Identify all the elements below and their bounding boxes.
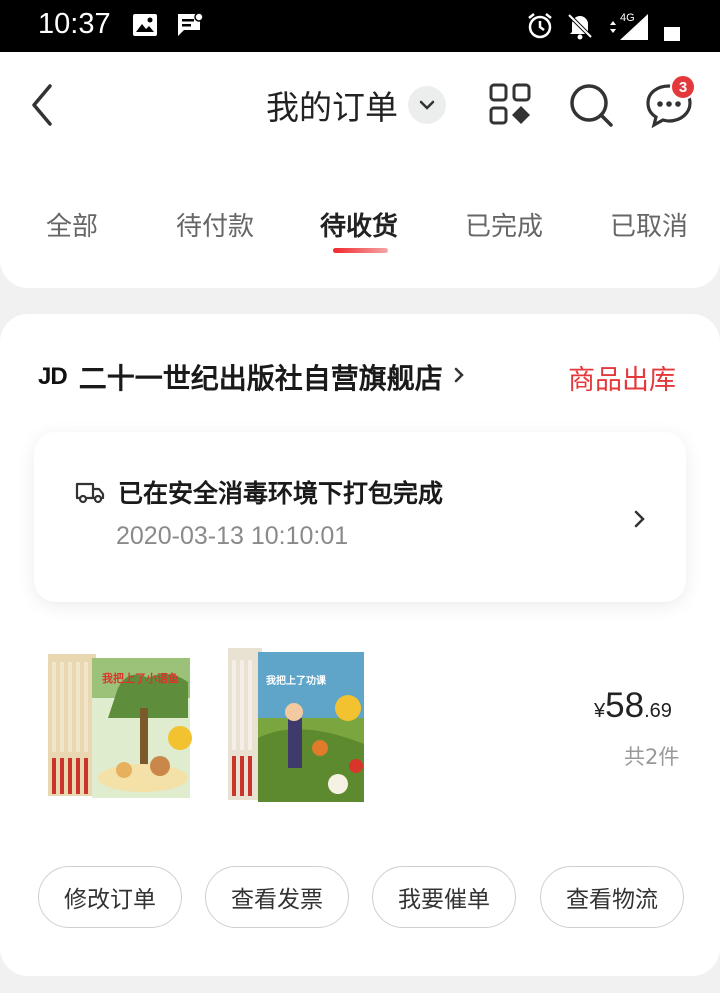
status-time: 10:37 bbox=[38, 8, 111, 40]
logistics-time: 2020-03-13 10:10:01 bbox=[116, 522, 349, 550]
battery-icon bbox=[664, 26, 680, 45]
price-decimal: .69 bbox=[644, 700, 672, 722]
network-type: 4G bbox=[620, 12, 635, 24]
tab-cancelled[interactable]: 已取消 bbox=[610, 206, 688, 243]
logistics-message: 已在安全消毒环境下打包完成 bbox=[118, 479, 444, 508]
shop-name: 二十一世纪出版社自营旗舰店 bbox=[78, 362, 443, 395]
grid-icon bbox=[489, 83, 531, 125]
chevron-right-icon bbox=[453, 365, 465, 389]
view-logistics-button[interactable]: 查看物流 bbox=[540, 866, 684, 928]
page-title-dropdown[interactable]: 我的订单 bbox=[266, 82, 446, 128]
order-tabs: 全部 待付款 待收货 已完成 已取消 bbox=[0, 200, 720, 246]
chevron-down-icon bbox=[408, 86, 446, 124]
tab-completed[interactable]: 已完成 bbox=[465, 206, 543, 243]
page-title: 我的订单 bbox=[266, 88, 398, 127]
chevron-right-icon bbox=[634, 508, 646, 534]
message-count-badge: 3 bbox=[670, 74, 696, 100]
signal-4g-icon: 4G bbox=[604, 10, 650, 46]
tab-pending-receipt[interactable]: 待收货 bbox=[320, 206, 398, 243]
logistics-card[interactable]: 已在安全消毒环境下打包完成 2020-03-13 10:10:01 bbox=[34, 432, 686, 602]
view-invoice-button[interactable]: 查看发票 bbox=[205, 866, 349, 928]
shop-link[interactable]: JD 二十一世纪出版社自营旗舰店 bbox=[38, 354, 465, 400]
order-price: ¥58.69 bbox=[594, 686, 672, 726]
modify-order-button[interactable]: 修改订单 bbox=[38, 866, 182, 928]
search-button[interactable] bbox=[566, 80, 616, 130]
delivery-truck-icon bbox=[74, 478, 106, 510]
price-integer: 58 bbox=[605, 686, 645, 725]
product-2-cover-title: 我把上了功课 bbox=[266, 674, 327, 687]
product-image-2[interactable]: 我把上了功课 bbox=[228, 648, 378, 804]
back-button[interactable] bbox=[24, 80, 64, 130]
urge-order-button[interactable]: 我要催单 bbox=[372, 866, 516, 928]
jd-logo: JD bbox=[38, 363, 68, 390]
product-image-1[interactable]: 我把上了小语鱼 bbox=[48, 648, 198, 804]
mute-notifications-icon bbox=[566, 12, 594, 44]
status-bar: 10:37 4G bbox=[0, 0, 720, 52]
chevron-left-icon bbox=[32, 84, 52, 126]
price-currency: ¥ bbox=[594, 700, 606, 722]
order-status: 商品出库 bbox=[568, 365, 676, 396]
gallery-icon bbox=[132, 12, 158, 42]
product-1-cover-title: 我把上了小语鱼 bbox=[102, 671, 179, 685]
message-notification-icon bbox=[176, 12, 204, 42]
tab-all[interactable]: 全部 bbox=[46, 206, 98, 243]
item-count: 共2件 bbox=[624, 745, 680, 769]
alarm-icon bbox=[526, 12, 554, 44]
category-grid-button[interactable] bbox=[486, 80, 536, 130]
search-icon bbox=[570, 84, 613, 127]
active-tab-indicator bbox=[333, 248, 388, 253]
tab-pending-payment[interactable]: 待付款 bbox=[176, 206, 254, 243]
